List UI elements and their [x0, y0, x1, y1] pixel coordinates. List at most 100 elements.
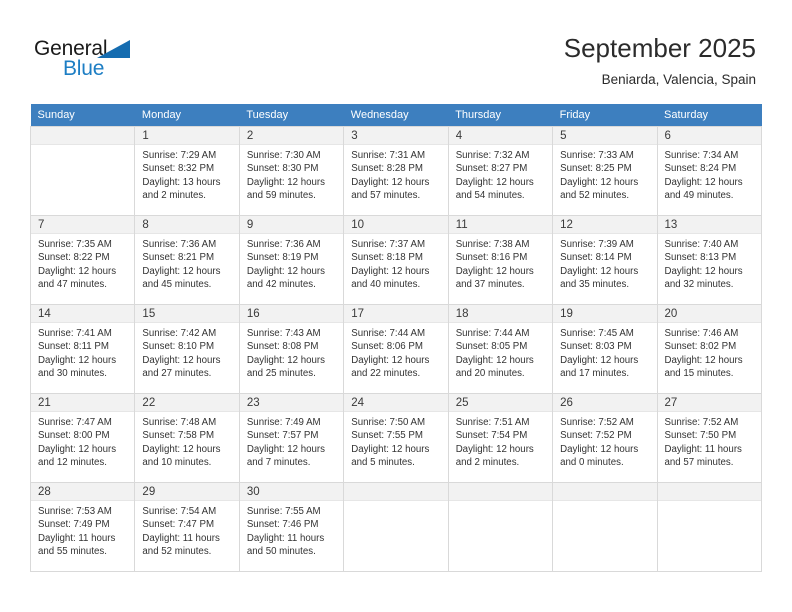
calendar-day-cell[interactable]: 20 Sunrise: 7:46 AM Sunset: 8:02 PM Dayligh… — [656, 304, 763, 394]
brand-logo[interactable]: General Blue — [34, 38, 154, 82]
daylight-text: Daylight: 11 hours — [38, 532, 116, 544]
daylight-text: Daylight: 12 hours — [38, 443, 117, 455]
day-number: 19 — [553, 305, 657, 323]
calendar-day-cell[interactable]: 19 Sunrise: 7:45 AM Sunset: 8:03 PM Dayligh… — [552, 304, 658, 394]
sunset-text: Sunset: 7:50 PM — [664, 430, 737, 442]
day-sun-info: Sunrise: 7:42 AM Sunset: 8:10 PM Daylight:… — [135, 323, 238, 380]
sunset-text: Sunset: 8:21 PM — [142, 252, 215, 264]
sunrise-text: Sunrise: 7:44 AM — [351, 328, 426, 339]
calendar-day-cell[interactable]: 30 Sunrise: 7:55 AM Sunset: 7:46 PM Dayligh… — [238, 482, 345, 572]
calendar-day-cell[interactable]: 1 Sunrise: 7:29 AM Sunset: 8:32 PM Daylight… — [134, 126, 240, 216]
sunrise-text: Sunrise: 7:41 AM — [38, 328, 112, 339]
sunset-text: Sunset: 7:52 PM — [560, 430, 632, 442]
calendar-body: 1 Sunrise: 7:29 AM Sunset: 8:32 PM Daylight… — [29, 126, 763, 572]
daylight-text: Daylight: 12 hours — [351, 265, 430, 277]
calendar-day-cell[interactable]: 10 Sunrise: 7:37 AM Sunset: 8:18 PM Dayligh… — [343, 215, 449, 305]
sunset-text: Sunset: 8:24 PM — [664, 163, 737, 175]
day-sun-info: Sunrise: 7:29 AM Sunset: 8:32 PM Daylight:… — [135, 145, 238, 202]
day-sun-info: Sunrise: 7:35 AM Sunset: 8:22 PM Daylight:… — [31, 234, 134, 291]
calendar-day-cell[interactable]: 15 Sunrise: 7:42 AM Sunset: 8:10 PM Dayligh… — [134, 304, 240, 394]
day-number: 5 — [553, 127, 657, 145]
day-number: 8 — [135, 216, 239, 234]
day-number: 1 — [135, 127, 239, 145]
calendar-day-cell[interactable]: 28 Sunrise: 7:53 AM Sunset: 7:49 PM Dayligh… — [29, 482, 136, 572]
calendar-day-cell[interactable]: 11 Sunrise: 7:38 AM Sunset: 8:16 PM Dayligh… — [447, 215, 554, 305]
daylight-text-cont: and 30 minutes. — [38, 367, 107, 379]
weekday-header-monday: Monday — [134, 104, 240, 127]
calendar-day-cell[interactable]: 3 Sunrise: 7:31 AM Sunset: 8:28 PM Daylight… — [343, 126, 449, 216]
daylight-text-cont: and 49 minutes. — [664, 189, 734, 201]
sunrise-text: Sunrise: 7:53 AM — [38, 506, 112, 517]
sunrise-text: Sunrise: 7:54 AM — [142, 506, 217, 517]
sunset-text: Sunset: 8:30 PM — [246, 163, 319, 175]
sunrise-text: Sunrise: 7:46 AM — [664, 328, 739, 339]
calendar-day-cell[interactable]: 13 Sunrise: 7:40 AM Sunset: 8:13 PM Dayligh… — [656, 215, 763, 305]
calendar-day-cell[interactable]: 23 Sunrise: 7:49 AM Sunset: 7:57 PM Dayligh… — [238, 393, 345, 483]
calendar-day-cell[interactable]: 25 Sunrise: 7:51 AM Sunset: 7:54 PM Dayligh… — [447, 393, 554, 483]
daylight-text-cont: and 52 minutes. — [142, 545, 212, 557]
calendar-day-cell[interactable]: 2 Sunrise: 7:30 AM Sunset: 8:30 PM Daylight… — [238, 126, 345, 216]
sunrise-text: Sunrise: 7:47 AM — [38, 417, 112, 428]
sunrise-text: Sunrise: 7:34 AM — [664, 150, 739, 161]
calendar-day-cell[interactable]: 18 Sunrise: 7:44 AM Sunset: 8:05 PM Dayligh… — [447, 304, 554, 394]
day-number: 4 — [448, 127, 553, 145]
calendar-day-cell[interactable]: 6 Sunrise: 7:34 AM Sunset: 8:24 PM Daylight… — [656, 126, 763, 216]
daylight-text: Daylight: 12 hours — [351, 443, 430, 455]
daylight-text: Daylight: 12 hours — [560, 354, 639, 366]
day-number — [344, 483, 448, 501]
day-sun-info: Sunrise: 7:33 AM Sunset: 8:25 PM Daylight:… — [553, 145, 656, 202]
calendar-cell-empty — [656, 482, 763, 572]
calendar-day-cell[interactable]: 9 Sunrise: 7:36 AM Sunset: 8:19 PM Daylight… — [238, 215, 345, 305]
sunset-text: Sunset: 8:08 PM — [246, 341, 319, 353]
calendar-day-cell[interactable]: 8 Sunrise: 7:36 AM Sunset: 8:21 PM Daylight… — [134, 215, 240, 305]
daylight-text-cont: and 47 minutes. — [38, 278, 107, 290]
sunrise-text: Sunrise: 7:35 AM — [38, 239, 112, 250]
daylight-text: Daylight: 12 hours — [455, 176, 534, 188]
calendar-day-cell[interactable]: 22 Sunrise: 7:48 AM Sunset: 7:58 PM Dayligh… — [134, 393, 240, 483]
daylight-text-cont: and 45 minutes. — [142, 278, 212, 290]
sunset-text: Sunset: 8:11 PM — [38, 341, 109, 353]
sunset-text: Sunset: 8:10 PM — [142, 341, 215, 353]
page-title: September 2025 — [563, 33, 756, 63]
day-number: 21 — [31, 394, 135, 412]
daylight-text: Daylight: 12 hours — [560, 265, 639, 277]
daylight-text: Daylight: 12 hours — [560, 176, 639, 188]
sunrise-text: Sunrise: 7:49 AM — [246, 417, 321, 428]
day-number — [31, 127, 135, 145]
page-subtitle: Beniarda, Valencia, Spain — [601, 72, 756, 87]
calendar-day-cell[interactable]: 7 Sunrise: 7:35 AM Sunset: 8:22 PM Daylight… — [29, 215, 136, 305]
day-sun-info: Sunrise: 7:52 AM Sunset: 7:52 PM Daylight:… — [553, 412, 656, 469]
calendar-day-cell[interactable]: 29 Sunrise: 7:54 AM Sunset: 7:47 PM Dayligh… — [134, 482, 240, 572]
day-number: 6 — [657, 127, 761, 145]
calendar-day-cell[interactable]: 5 Sunrise: 7:33 AM Sunset: 8:25 PM Daylight… — [552, 126, 658, 216]
day-number: 20 — [657, 305, 761, 323]
sunrise-text: Sunrise: 7:43 AM — [246, 328, 321, 339]
calendar-day-cell[interactable]: 12 Sunrise: 7:39 AM Sunset: 8:14 PM Dayligh… — [552, 215, 658, 305]
day-number: 29 — [135, 483, 239, 501]
daylight-text: Daylight: 12 hours — [455, 443, 534, 455]
sunrise-text: Sunrise: 7:29 AM — [142, 150, 217, 161]
calendar-day-cell[interactable]: 26 Sunrise: 7:52 AM Sunset: 7:52 PM Dayligh… — [552, 393, 658, 483]
day-number: 12 — [553, 216, 657, 234]
sunset-text: Sunset: 8:25 PM — [560, 163, 632, 175]
calendar-day-cell[interactable]: 27 Sunrise: 7:52 AM Sunset: 7:50 PM Dayligh… — [656, 393, 763, 483]
daylight-text: Daylight: 12 hours — [455, 265, 534, 277]
day-number: 10 — [344, 216, 448, 234]
calendar-day-cell[interactable]: 24 Sunrise: 7:50 AM Sunset: 7:55 PM Dayligh… — [343, 393, 449, 483]
sunrise-text: Sunrise: 7:36 AM — [246, 239, 321, 250]
sunset-text: Sunset: 7:54 PM — [455, 430, 528, 442]
calendar-day-cell[interactable]: 4 Sunrise: 7:32 AM Sunset: 8:27 PM Daylight… — [447, 126, 554, 216]
calendar-day-cell[interactable]: 16 Sunrise: 7:43 AM Sunset: 8:08 PM Dayligh… — [238, 304, 345, 394]
day-number: 17 — [344, 305, 448, 323]
sunrise-text: Sunrise: 7:31 AM — [351, 150, 426, 161]
calendar-day-cell[interactable]: 21 Sunrise: 7:47 AM Sunset: 8:00 PM Dayligh… — [29, 393, 136, 483]
daylight-text-cont: and 57 minutes. — [664, 456, 734, 468]
day-number: 25 — [448, 394, 553, 412]
calendar-day-cell[interactable]: 17 Sunrise: 7:44 AM Sunset: 8:06 PM Dayligh… — [343, 304, 449, 394]
day-number: 13 — [657, 216, 761, 234]
calendar-day-cell[interactable]: 14 Sunrise: 7:41 AM Sunset: 8:11 PM Dayligh… — [29, 304, 136, 394]
sunrise-text: Sunrise: 7:32 AM — [455, 150, 530, 161]
brand-triangle-icon — [97, 40, 130, 58]
calendar-week-row: 14 Sunrise: 7:41 AM Sunset: 8:11 PM Dayligh… — [29, 304, 763, 394]
daylight-text-cont: and 20 minutes. — [455, 367, 525, 379]
